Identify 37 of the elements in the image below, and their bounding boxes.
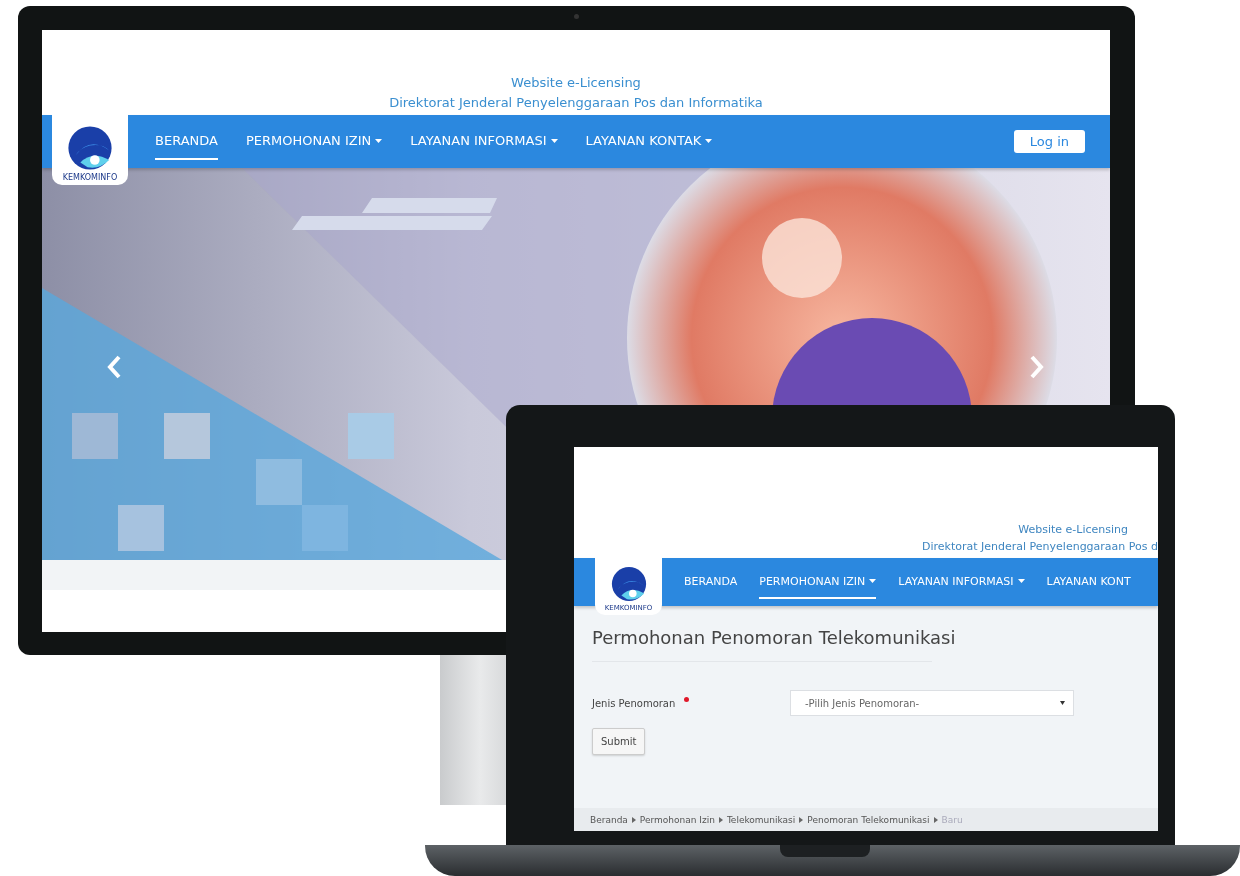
site-subtitle: Direktorat Jenderal Penyelenggaraan Pos d [921, 538, 1158, 555]
chevron-left-icon[interactable] [106, 355, 122, 379]
logo-card[interactable]: KEMKOMINFO [52, 112, 128, 185]
caret-icon [705, 138, 713, 143]
nav-item[interactable]: PERMOHONAN IZIN [245, 123, 383, 160]
caret-icon [1017, 579, 1025, 583]
nav-item[interactable]: LAYANAN KONT [1046, 565, 1131, 599]
nav-item[interactable]: PERMOHONAN IZIN [759, 565, 877, 599]
nav-item[interactable]: LAYANAN KONTAK [585, 123, 713, 160]
separator-icon [718, 816, 723, 823]
separator-icon [933, 816, 938, 823]
caret-icon [375, 138, 383, 143]
swirl-logo-icon [66, 124, 114, 172]
breadcrumb-link[interactable]: Penomoran Telekomunikasi [807, 814, 930, 825]
caret-icon [550, 138, 558, 143]
swirl-logo-icon [609, 565, 648, 603]
nav-item[interactable]: BERANDA [684, 565, 738, 599]
breadcrumb-link[interactable]: Telekomunikasi [726, 814, 796, 825]
site-title: Website e-Licensing [511, 74, 641, 92]
submit-button[interactable]: Submit [592, 728, 646, 756]
chevron-right-icon[interactable] [1029, 355, 1045, 379]
breadcrumb-link[interactable]: Permohonan Izin [639, 814, 715, 825]
select-field[interactable]: -Pilih Jenis Penomoran- [790, 690, 1074, 717]
logo-text: KEMKOMINFO [62, 173, 118, 182]
separator-icon [799, 816, 804, 823]
nav-item[interactable]: LAYANAN INFORMASI [410, 123, 558, 160]
field-label: Jenis Penomoran [592, 697, 677, 709]
nav-item[interactable]: BERANDA [155, 123, 218, 160]
separator-icon [631, 816, 636, 823]
caret-icon [869, 579, 877, 583]
site-title: Website e-Licensing [1018, 522, 1128, 538]
breadcrumb-link[interactable]: Beranda [590, 814, 628, 825]
page-title: Permohonan Penomoran Telekomunikasi [592, 626, 956, 650]
login-button[interactable]: Log in [1013, 130, 1085, 153]
nav-item[interactable]: LAYANAN INFORMASI [898, 565, 1025, 599]
site-subtitle: Direktorat Jenderal Penyelenggaraan Pos dan Informatika [389, 93, 763, 112]
caret-icon [1060, 701, 1065, 706]
